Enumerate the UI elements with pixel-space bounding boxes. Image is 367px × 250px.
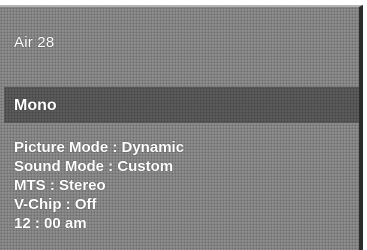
audio-banner: Mono	[4, 87, 359, 123]
status-info-list: Picture Mode : Dynamic Sound Mode : Cust…	[14, 138, 184, 233]
sound-mode-info: Sound Mode : Custom	[14, 158, 174, 175]
mts-info: MTS : Stereo	[14, 177, 106, 194]
clock-info: 12 : 00 am	[14, 215, 87, 232]
channel-label: Air 28	[14, 34, 55, 51]
picture-mode-info: Picture Mode : Dynamic	[14, 139, 185, 156]
audio-mode-label: Mono	[14, 97, 57, 114]
tv-screen: Air 28 Mono Picture Mode : Dynamic Sound…	[0, 5, 363, 250]
v-chip-info: V-Chip : Off	[14, 196, 97, 213]
